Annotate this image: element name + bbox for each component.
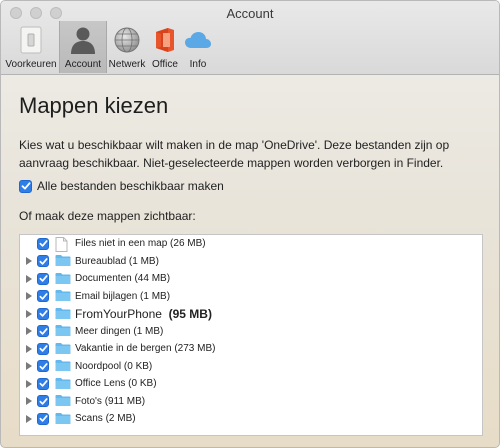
folder-checkbox[interactable]	[37, 255, 49, 268]
folders-label: Of maak deze mappen zichtbaar:	[19, 209, 196, 223]
checkmark-icon	[38, 345, 48, 352]
switch-icon	[15, 24, 47, 56]
list-item[interactable]: Noordpool (0 KB)	[20, 358, 482, 376]
tab-office[interactable]: Office	[147, 21, 183, 73]
tab-voorkeuren-label: Voorkeuren	[5, 59, 57, 70]
file-icon	[55, 236, 71, 252]
folder-checkbox[interactable]	[37, 237, 49, 250]
folder-icon	[55, 254, 71, 268]
folder-size: (95 MB)	[168, 306, 212, 321]
expand-arrow-icon[interactable]	[25, 309, 33, 319]
tab-netwerk-label: Netwerk	[108, 59, 146, 70]
list-item[interactable]: FromYourPhone (95 MB)	[20, 305, 482, 323]
expand-arrow-icon[interactable]	[25, 344, 33, 354]
folder-icon	[55, 324, 71, 338]
list-item[interactable]: Foto's (911 MB)	[20, 393, 482, 411]
folder-name: Documenten (44 MB)	[75, 273, 171, 285]
folder-checkbox[interactable]	[37, 307, 49, 320]
folder-name: FromYourPhone (95 MB)	[75, 307, 212, 321]
tab-info-label: Info	[189, 59, 207, 70]
expand-arrow-icon[interactable]	[25, 291, 33, 301]
folder-name: Office Lens (0 KB)	[75, 378, 157, 390]
all-files-checkbox[interactable]	[19, 179, 32, 193]
folder-icon	[55, 359, 71, 373]
checkmark-icon	[38, 292, 48, 300]
list-item[interactable]: Office Lens (0 KB)	[20, 375, 482, 393]
folder-checkbox[interactable]	[37, 412, 49, 425]
folder-name: Noordpool (0 KB)	[75, 360, 153, 372]
office-icon	[149, 24, 181, 56]
list-item[interactable]: Files niet in een map (26 MB)	[20, 235, 482, 253]
expand-arrow-icon[interactable]	[25, 361, 33, 371]
tab-account[interactable]: Account	[59, 21, 107, 73]
expand-arrow-icon[interactable]	[25, 256, 33, 266]
folder-checkbox[interactable]	[37, 377, 49, 390]
folder-icon	[55, 272, 71, 286]
person-icon	[67, 24, 99, 56]
checkmark-icon	[38, 257, 48, 265]
title-bar: Account Voorkeuren Account Netwerk Offic…	[1, 1, 499, 75]
checkmark-icon	[38, 380, 48, 387]
folder-checkbox[interactable]	[37, 395, 49, 408]
folder-name: Files niet in een map (26 MB)	[75, 238, 206, 250]
checkmark-icon	[38, 397, 48, 405]
folder-name: Meer dingen (1 MB)	[75, 325, 164, 337]
tab-voorkeuren[interactable]: Voorkeuren	[3, 21, 59, 73]
folder-name-text: FromYourPhone	[75, 306, 162, 321]
tab-netwerk[interactable]: Netwerk	[107, 21, 147, 73]
folder-checkbox[interactable]	[37, 360, 49, 373]
list-item[interactable]: Scans (2 MB)	[20, 410, 482, 428]
checkmark-icon	[38, 240, 48, 247]
list-item[interactable]: Meer dingen (1 MB)	[20, 323, 482, 341]
checkmark-icon	[38, 310, 48, 317]
checkmark-icon	[38, 362, 48, 370]
expand-arrow-icon[interactable]	[25, 379, 33, 389]
folder-checkbox[interactable]	[37, 342, 49, 355]
folder-icon	[55, 307, 71, 321]
checkmark-icon	[38, 415, 48, 422]
folder-icon	[55, 289, 71, 303]
folder-icon	[55, 412, 71, 426]
expand-arrow-icon[interactable]	[25, 274, 33, 284]
list-item[interactable]: Email bijlagen (1 MB)	[20, 288, 482, 306]
folder-name: Email bijlagen (1 MB)	[75, 290, 171, 302]
checkmark-icon	[21, 182, 30, 190]
window-title: Account	[226, 6, 274, 21]
list-item[interactable]: Bureaublad (1 MB)	[20, 253, 482, 271]
expand-arrow-icon[interactable]	[25, 414, 33, 424]
folder-checkbox[interactable]	[37, 325, 49, 338]
cloud-icon	[182, 24, 214, 56]
folder-name: Foto's (911 MB)	[75, 395, 146, 407]
account-window: Account Voorkeuren Account Netwerk Offic…	[0, 0, 500, 448]
page-title: Mappen kiezen	[19, 93, 169, 118]
tab-account-label: Account	[64, 59, 102, 70]
checkmark-icon	[38, 275, 48, 282]
folder-icon	[55, 342, 71, 356]
description-text: Kies wat u beschikbaar wilt maken in de …	[19, 138, 450, 170]
list-item[interactable]: Vakantie in de bergen (273 MB)	[20, 340, 482, 358]
tab-info[interactable]: Info	[183, 21, 213, 73]
checkmark-icon	[38, 327, 48, 335]
tab-office-label: Office	[152, 59, 178, 70]
folder-name: Vakantie in de bergen (273 MB)	[75, 343, 216, 355]
list-item[interactable]: Documenten (44 MB)	[20, 270, 482, 288]
all-files-checkbox-row[interactable]: Alle bestanden beschikbaar maken	[19, 179, 224, 193]
all-files-label: Alle bestanden beschikbaar maken	[37, 179, 224, 193]
folder-checkbox[interactable]	[37, 272, 49, 285]
folder-name: Scans (2 MB)	[75, 413, 136, 425]
folder-icon	[55, 377, 71, 391]
folder-list[interactable]: Files niet in een map (26 MB) Bureaublad…	[19, 234, 483, 436]
expand-arrow-icon[interactable]	[25, 396, 33, 406]
globe-icon	[111, 24, 143, 56]
expand-arrow-icon[interactable]	[25, 326, 33, 336]
folder-checkbox[interactable]	[37, 290, 49, 303]
folder-name: Bureaublad (1 MB)	[75, 255, 159, 267]
folder-icon	[55, 394, 71, 408]
preferences-toolbar: Voorkeuren Account Netwerk Office Info	[3, 21, 213, 73]
main-content: Mappen kiezen Kies wat u beschikbaar wil…	[1, 75, 499, 447]
